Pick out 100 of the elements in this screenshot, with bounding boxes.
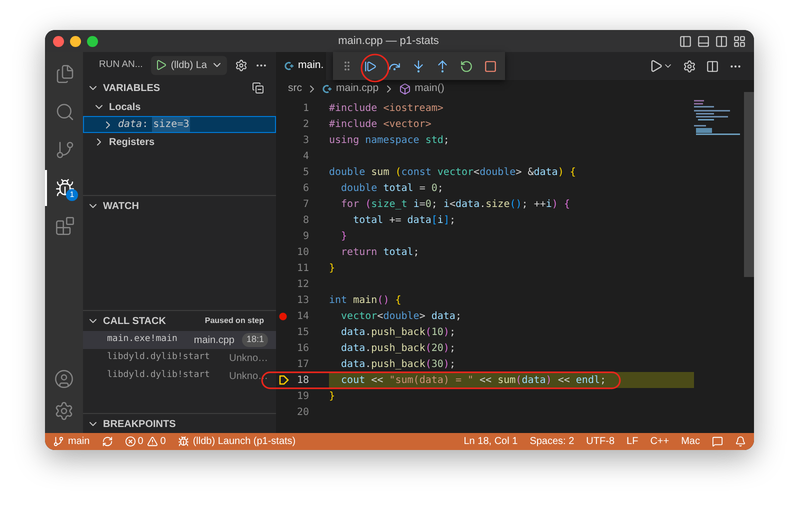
warning-icon bbox=[147, 436, 158, 447]
scrollbar[interactable] bbox=[744, 92, 754, 277]
line-number: 6 bbox=[302, 182, 309, 196]
code-line: for (size_t i=0; i<data.size(); ++i) { bbox=[340, 198, 571, 212]
bug-icon bbox=[55, 178, 75, 198]
line-number: 20 bbox=[296, 406, 309, 420]
branch-icon bbox=[55, 140, 75, 160]
launch-config-dropdown[interactable]: (lldb) La bbox=[150, 56, 227, 74]
line-number: 18 bbox=[296, 374, 309, 388]
status-item[interactable]: LF bbox=[626, 434, 638, 449]
step-out-icon[interactable] bbox=[436, 60, 449, 72]
section-title[interactable]: CALL STACK bbox=[103, 314, 166, 328]
code-line: } bbox=[329, 390, 336, 404]
editor-tab[interactable]: main. bbox=[276, 52, 326, 80]
code-line: double sum (const vector<double> &data) { bbox=[329, 166, 577, 180]
line-number: 13 bbox=[296, 294, 309, 308]
annotation-circle bbox=[360, 53, 390, 83]
window-title: main.cpp — p1-stats bbox=[338, 34, 439, 49]
sync-icon[interactable] bbox=[102, 436, 113, 447]
section-title[interactable]: VARIABLES bbox=[103, 80, 160, 96]
variable-value: size=3 bbox=[152, 117, 190, 132]
call-stack-frame[interactable]: libdyld.dylib!start Unkno… bbox=[83, 349, 276, 367]
continue-icon[interactable] bbox=[364, 60, 377, 72]
call-stack-frame[interactable]: main.exe!main main.cpp 18:1 bbox=[83, 331, 276, 349]
frame-position-badge: 18:1 bbox=[242, 333, 268, 347]
split-editor-icon[interactable] bbox=[706, 60, 719, 72]
cpp-file-icon bbox=[284, 61, 294, 71]
section-title[interactable]: WATCH bbox=[103, 198, 139, 214]
variable-name: data bbox=[118, 118, 142, 132]
search-icon bbox=[55, 102, 75, 122]
error-icon bbox=[124, 436, 136, 447]
error-count[interactable]: 0 bbox=[124, 434, 144, 449]
code-line: data.push_back(30); bbox=[340, 358, 456, 372]
panel-left-icon[interactable] bbox=[679, 34, 692, 48]
debug-launch-status[interactable]: (lldb) Launch (p1-stats) bbox=[178, 434, 296, 449]
cube-icon bbox=[398, 83, 411, 95]
line-number: 1 bbox=[302, 102, 309, 116]
bell-icon[interactable] bbox=[735, 436, 746, 447]
line-number: 2 bbox=[302, 118, 309, 132]
run-debug-menu[interactable] bbox=[649, 59, 673, 73]
line-number: 5 bbox=[302, 166, 309, 180]
status-item[interactable]: C++ bbox=[650, 434, 670, 449]
code-line: } bbox=[340, 230, 348, 244]
cpp-file-icon bbox=[322, 84, 332, 94]
line-number: 10 bbox=[296, 246, 309, 260]
code-line: int main() { bbox=[329, 294, 402, 308]
restart-icon[interactable] bbox=[460, 60, 473, 72]
step-into-icon[interactable] bbox=[412, 60, 425, 72]
pause-status: Paused on step bbox=[204, 315, 264, 327]
play-icon bbox=[649, 59, 663, 73]
code-line: data.push_back(10); bbox=[340, 326, 456, 340]
variable-row[interactable]: data: size=3 bbox=[83, 116, 276, 133]
code-line: vector<double> data; bbox=[340, 310, 462, 324]
breadcrumb-item[interactable]: main() bbox=[414, 81, 444, 97]
branch-icon bbox=[53, 436, 64, 447]
settings-icon[interactable] bbox=[683, 60, 696, 72]
minimap-drawing bbox=[694, 100, 740, 136]
code-line: total += data[i]; bbox=[352, 214, 456, 228]
line-number: 3 bbox=[302, 134, 309, 148]
breadcrumb-item[interactable]: src bbox=[288, 81, 302, 97]
line-number: 14 bbox=[276, 308, 309, 324]
line-number: 4 bbox=[302, 150, 309, 164]
status-item[interactable]: UTF-8 bbox=[586, 434, 615, 449]
breadcrumb-item[interactable]: main.cpp bbox=[336, 81, 379, 97]
colon-separator: : bbox=[142, 118, 148, 132]
section-title[interactable]: BREAKPOINTS bbox=[103, 416, 176, 432]
line-number: 17 bbox=[296, 358, 309, 372]
code-line: } bbox=[329, 262, 336, 276]
notification-badge: 1 bbox=[66, 189, 78, 201]
scope-row[interactable]: Registers bbox=[83, 133, 276, 151]
line-number: 12 bbox=[296, 278, 309, 292]
warning-count[interactable]: 0 bbox=[147, 434, 166, 449]
code-line: data.push_back(20); bbox=[340, 342, 456, 356]
settings-icon[interactable] bbox=[234, 58, 248, 72]
columns-icon[interactable] bbox=[715, 34, 728, 48]
line-number: 16 bbox=[296, 342, 309, 356]
status-item[interactable]: Mac bbox=[681, 434, 700, 449]
code-line: #include <iostream> bbox=[329, 102, 444, 116]
bug-icon bbox=[178, 436, 189, 447]
scope-row[interactable]: Locals bbox=[83, 98, 276, 116]
line-number: 7 bbox=[302, 198, 309, 212]
stop-icon[interactable] bbox=[484, 60, 497, 72]
account-icon[interactable] bbox=[54, 369, 74, 389]
branch-status[interactable]: main bbox=[53, 434, 90, 449]
code-line: #include <vector> bbox=[329, 118, 432, 132]
line-number: 11 bbox=[296, 262, 309, 276]
frame-name: libdyld.dylib!start bbox=[107, 351, 210, 364]
files-icon bbox=[55, 64, 75, 84]
line-number: 19 bbox=[296, 390, 309, 404]
sidebar-title: RUN AN... bbox=[99, 58, 143, 72]
line-number: 9 bbox=[302, 230, 309, 244]
status-item[interactable]: Spaces: 2 bbox=[530, 434, 574, 449]
blocks-icon bbox=[55, 216, 75, 236]
play-icon[interactable] bbox=[154, 59, 167, 71]
grid-layout-icon[interactable] bbox=[733, 34, 746, 48]
line-number: 8 bbox=[302, 214, 309, 228]
feedback-icon[interactable] bbox=[712, 436, 723, 447]
panel-bottom-icon[interactable] bbox=[697, 34, 710, 48]
collapse-all-icon[interactable] bbox=[252, 82, 264, 94]
status-item[interactable]: Ln 18, Col 1 bbox=[464, 434, 518, 449]
